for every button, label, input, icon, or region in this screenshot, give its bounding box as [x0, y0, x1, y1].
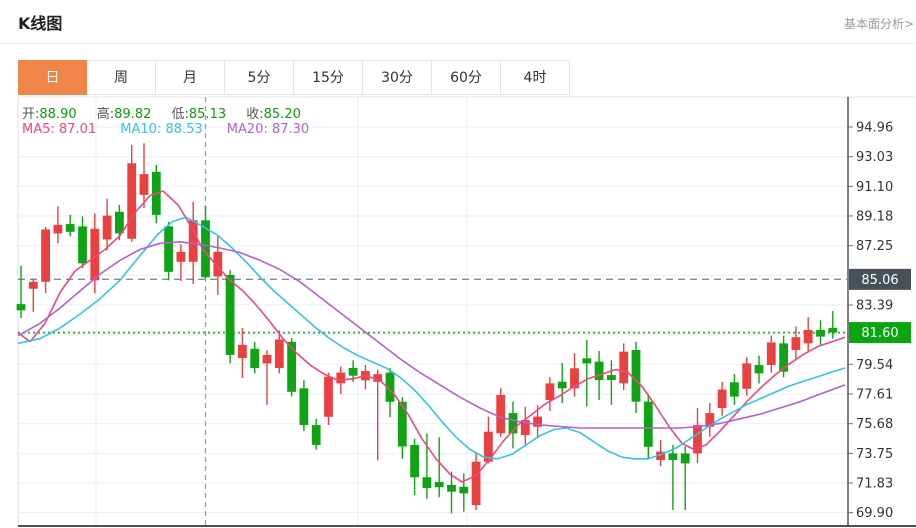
candle [422, 433, 432, 499]
candle [570, 353, 579, 397]
candle [791, 326, 801, 361]
kline-page: 94.96 93.03 91.10 89.18 87.25 83.39 79.54 77.61… [0, 0, 916, 528]
candle [41, 227, 50, 294]
candle [607, 360, 616, 405]
candle [238, 327, 247, 378]
candle [373, 369, 383, 461]
svg-text:85.06: 85.06 [861, 273, 898, 288]
y-axis-tick-label: 71.83 [856, 476, 893, 491]
fundamental-analysis-link[interactable]: 基本面分析> [844, 15, 914, 32]
candle [730, 374, 739, 405]
candle [262, 350, 272, 405]
period-tabs: 日 周 月 5分 15分 30分 60分 4时 [18, 60, 570, 95]
candle [643, 394, 653, 460]
ma5-value: 87.01 [58, 122, 97, 137]
y-axis-tick-label: 75.68 [856, 417, 893, 432]
candle [127, 144, 137, 242]
candle [410, 438, 419, 495]
ma10-value: 88.53 [165, 122, 203, 137]
open-label: 开: [22, 107, 40, 122]
candle [324, 372, 333, 425]
price-badge-latest: 81.60 [849, 322, 911, 344]
ma20-value: 87.30 [271, 122, 310, 137]
tab-day[interactable]: 日 [18, 60, 87, 95]
low-label: 低: [171, 107, 189, 122]
tab-15min[interactable]: 15分 [294, 60, 363, 95]
candle [299, 380, 309, 432]
close-value: 85.20 [263, 107, 301, 122]
tab-month[interactable]: 月 [156, 60, 225, 95]
candle [225, 270, 235, 364]
tab-5min[interactable]: 5分 [225, 60, 294, 95]
candle [816, 320, 825, 345]
ma5-line [17, 190, 846, 483]
ma10-label: MA10: [120, 122, 162, 137]
candle [115, 204, 124, 241]
candle [717, 381, 727, 416]
candle [471, 453, 481, 511]
header: K线图 基本面分析> [0, 0, 916, 44]
tab-60min[interactable]: 60分 [432, 60, 501, 95]
svg-text:81.60: 81.60 [861, 326, 898, 341]
tab-30min[interactable]: 30分 [363, 60, 432, 95]
ma5-label: MA5: [22, 122, 55, 137]
candle [619, 343, 629, 390]
y-axis-tick-label: 79.54 [856, 358, 893, 373]
candle [582, 339, 592, 407]
page-title: K线图 [18, 14, 63, 33]
y-axis-tick-label: 69.90 [856, 506, 893, 521]
ma-readout: MA5: 87.01 MA10: 88.53 MA20: 87.30 [22, 122, 329, 137]
candle [680, 446, 690, 511]
candle [53, 206, 63, 244]
y-axis-tick-label: 83.39 [856, 299, 893, 314]
ohlc-readout: 开:88.90 高:89.82 低:85.13 收:85.20 [22, 103, 317, 122]
y-axis-tick-label: 91.10 [856, 180, 893, 195]
y-axis-tick-label: 89.18 [856, 209, 893, 224]
y-axis-tick-label: 73.75 [856, 447, 893, 462]
candle [201, 206, 210, 279]
candle [65, 214, 75, 237]
y-axis-tick-label: 87.25 [856, 239, 893, 254]
candle [742, 357, 752, 396]
y-axis-tick-label: 77.61 [856, 387, 893, 402]
y-axis-tick-label: 94.96 [856, 121, 893, 136]
candle [766, 335, 776, 373]
candle [754, 355, 764, 384]
low-value: 85.13 [188, 107, 227, 122]
candle [434, 437, 444, 498]
candle [102, 198, 112, 251]
open-value: 88.90 [39, 107, 77, 122]
candle [508, 401, 518, 449]
high-value: 89.82 [114, 107, 152, 122]
candle [250, 341, 260, 374]
candle [705, 403, 715, 437]
candle [28, 278, 38, 312]
high-label: 高: [96, 107, 115, 122]
candle [668, 444, 678, 511]
tab-week[interactable]: 周 [87, 60, 156, 95]
tab-4hour[interactable]: 4时 [501, 60, 570, 95]
close-label: 收: [246, 107, 264, 122]
candle [496, 388, 506, 437]
candle [78, 216, 87, 268]
candle [803, 317, 813, 352]
candle [545, 377, 555, 412]
candle [164, 221, 173, 281]
ma20-label: MA20: [226, 122, 268, 137]
y-axis-tick-label: 93.03 [856, 150, 893, 165]
candle [520, 406, 530, 447]
price-badge-marker: 85.06 [849, 268, 911, 290]
